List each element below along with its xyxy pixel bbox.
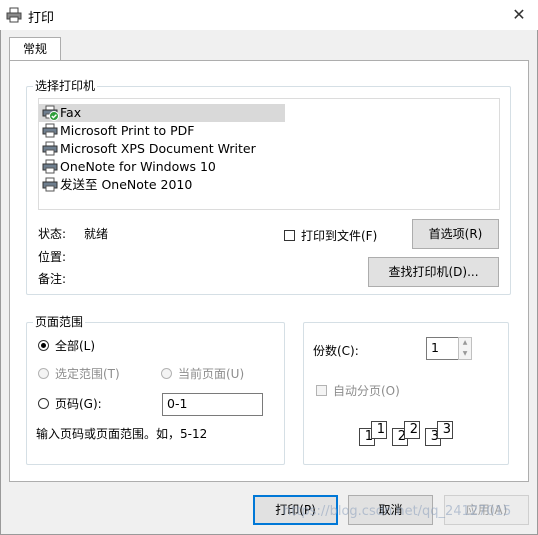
- printer-icon: [42, 177, 58, 192]
- spin-down-icon[interactable]: ▼: [459, 349, 471, 359]
- print-button[interactable]: 打印(P): [253, 495, 338, 525]
- collate-page-3b: 3: [437, 421, 453, 439]
- preferences-button[interactable]: 首选项(R): [412, 219, 499, 249]
- current-page-label: 当前页面(U): [178, 367, 245, 381]
- print-to-file-checkbox[interactable]: [284, 230, 295, 241]
- printer-app-icon: [6, 7, 22, 23]
- print-to-file-label: 打印到文件(F): [301, 229, 378, 243]
- printer-icon: [42, 123, 58, 138]
- pages-input[interactable]: 0-1: [162, 393, 263, 416]
- spin-up-icon[interactable]: ▲: [459, 338, 471, 348]
- copies-input[interactable]: 1: [426, 337, 459, 360]
- printer-label: 发送至 OneNote 2010: [60, 177, 193, 192]
- status-value: 就绪: [84, 227, 109, 241]
- printer-list[interactable]: Fax Microsoft Print to PDF Microsoft XPS…: [38, 98, 500, 210]
- printer-label: Microsoft XPS Document Writer: [60, 141, 256, 156]
- window-title: 打印: [28, 11, 55, 26]
- selection-label: 选定范围(T): [55, 367, 120, 381]
- printer-item-fax[interactable]: Fax: [39, 104, 285, 122]
- collate-checkbox[interactable]: [316, 385, 327, 396]
- page-range-legend: 页面范围: [33, 315, 86, 329]
- find-printer-button[interactable]: 查找打印机(D)...: [368, 257, 499, 287]
- fax-printer-icon: [42, 105, 59, 121]
- collate-page-1b: 1: [371, 421, 387, 439]
- pages-label: 页码(G):: [55, 397, 102, 411]
- collate-page-2b: 2: [404, 421, 420, 439]
- close-icon[interactable]: ✕: [506, 4, 532, 26]
- apply-button[interactable]: 应用(A): [444, 495, 529, 525]
- status-label: 状态:: [38, 227, 67, 241]
- select-printer-legend: 选择打印机: [33, 79, 98, 93]
- current-page-radio[interactable]: [161, 368, 172, 379]
- all-pages-radio[interactable]: [38, 340, 49, 351]
- title-bar: 打印 ✕: [0, 0, 538, 30]
- printer-label: Microsoft Print to PDF: [60, 123, 195, 138]
- tab-general[interactable]: 常规: [9, 37, 61, 61]
- collate-label: 自动分页(O): [333, 384, 400, 398]
- copies-spinner[interactable]: ▲ ▼: [458, 337, 472, 360]
- printer-label: OneNote for Windows 10: [60, 159, 216, 174]
- pages-radio[interactable]: [38, 398, 49, 409]
- printer-label: Fax: [60, 105, 82, 120]
- location-label: 位置:: [38, 250, 67, 264]
- page-range-hint: 输入页码或页面范围。如，5-12: [36, 427, 208, 441]
- comment-label: 备注:: [38, 272, 67, 286]
- all-pages-label: 全部(L): [55, 339, 96, 353]
- copies-label: 份数(C):: [313, 344, 359, 358]
- printer-icon: [42, 159, 58, 174]
- cancel-button[interactable]: 取消: [348, 495, 433, 525]
- printer-icon: [42, 141, 58, 156]
- selection-radio[interactable]: [38, 368, 49, 379]
